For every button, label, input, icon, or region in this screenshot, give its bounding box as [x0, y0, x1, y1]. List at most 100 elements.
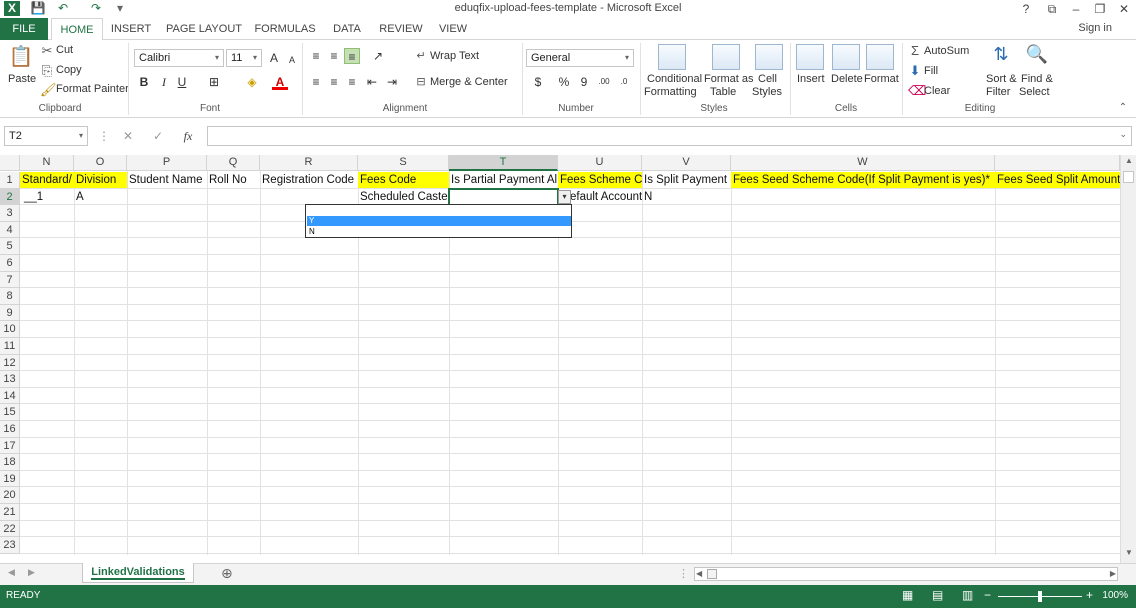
font-name-combo[interactable]: Calibri ▾ — [134, 49, 224, 67]
align-middle-icon[interactable]: ≡ — [326, 48, 342, 64]
conditional-formatting-icon[interactable] — [658, 44, 686, 70]
zoom-in-icon[interactable]: + — [1086, 588, 1093, 602]
cell-s1[interactable]: Fees Code — [358, 172, 449, 188]
format-as-table-icon[interactable] — [712, 44, 740, 70]
cut-button[interactable]: Cut — [56, 44, 73, 56]
format-cells-icon[interactable] — [866, 44, 894, 70]
vertical-scrollbar[interactable]: ▲ ▼ — [1120, 155, 1136, 563]
minimize-button[interactable]: – — [1064, 0, 1088, 18]
row-header[interactable]: 15 — [0, 404, 20, 421]
row-header[interactable]: 17 — [0, 437, 20, 455]
column-header[interactable]: P — [127, 155, 207, 171]
row-header[interactable]: 10 — [0, 321, 20, 338]
scroll-left-icon[interactable]: ◀ — [696, 568, 702, 580]
increase-indent-icon[interactable]: ⇥ — [384, 74, 400, 90]
column-header[interactable]: V — [642, 155, 731, 171]
row-header[interactable]: 14 — [0, 387, 20, 405]
sheet-next-icon[interactable]: ▶ — [28, 567, 35, 578]
clear-button[interactable]: Clear — [924, 85, 950, 97]
select-all-corner[interactable] — [0, 155, 20, 171]
row-header[interactable]: 23 — [0, 537, 20, 554]
format-as-table-label-1[interactable]: Format as — [704, 73, 754, 85]
cell-styles-label-2[interactable]: Styles — [752, 86, 782, 98]
orientation-icon[interactable]: ↗ — [370, 48, 386, 64]
tab-file[interactable]: FILE — [0, 18, 48, 40]
zoom-level[interactable]: 100% — [1102, 590, 1128, 601]
cell-r1[interactable]: Registration Code — [260, 172, 358, 188]
tab-data[interactable]: DATA — [327, 18, 367, 40]
enter-entry-button[interactable]: ✓ — [150, 128, 166, 144]
tab-home[interactable]: HOME — [51, 18, 103, 41]
paste-button[interactable]: Paste — [8, 73, 36, 85]
column-header[interactable]: S — [358, 155, 449, 171]
merge-center-button[interactable]: Merge & Center — [430, 76, 508, 88]
format-as-table-label-2[interactable]: Table — [710, 86, 736, 98]
cell-p1[interactable]: Student Name — [127, 172, 207, 188]
font-color-icon[interactable]: A — [272, 74, 288, 90]
cell-t1[interactable]: Is Partial Payment Al — [449, 172, 558, 188]
cell-o1[interactable]: Division — [74, 172, 127, 188]
zoom-out-icon[interactable]: − — [984, 588, 991, 602]
cell-u2[interactable]: efault Account — [568, 189, 642, 205]
close-button[interactable]: ✕ — [1112, 0, 1136, 18]
cell-x1[interactable]: Fees Seed Split Amount — [995, 172, 1120, 188]
underline-button[interactable]: U — [174, 74, 190, 90]
sheet-tab-linkedvalidations[interactable]: LinkedValidations — [82, 563, 194, 583]
row-header[interactable]: 11 — [0, 338, 20, 355]
worksheet-grid[interactable]: N O P Q R S T U V W 1 2 3 4 5 6 7 8 9 10 11 12 13 14 1… — [0, 155, 1120, 555]
currency-button[interactable]: $ — [530, 74, 546, 90]
delete-cells-icon[interactable] — [832, 44, 860, 70]
column-header[interactable]: U — [558, 155, 642, 171]
row-header[interactable]: 6 — [0, 255, 20, 272]
format-painter-button[interactable]: Format Painter — [56, 83, 129, 95]
insert-cells-icon[interactable] — [796, 44, 824, 70]
shrink-font-button[interactable]: A — [284, 52, 300, 68]
autosum-button[interactable]: AutoSum — [924, 45, 969, 57]
cell-w1[interactable]: Fees Seed Scheme Code(If Split Payment i… — [731, 172, 995, 188]
format-cells-button[interactable]: Format — [864, 73, 899, 85]
dropdown-option-y[interactable]: Y — [307, 216, 571, 226]
zoom-slider-thumb[interactable] — [1038, 591, 1042, 602]
column-header[interactable]: O — [74, 155, 127, 171]
ribbon-display-options-button[interactable]: ⧉ — [1040, 0, 1064, 18]
comma-button[interactable]: 9 — [576, 74, 592, 90]
cell-styles-label-1[interactable]: Cell — [758, 73, 777, 85]
formula-input[interactable]: ⌄ — [207, 126, 1132, 146]
expand-formula-icon[interactable]: ⌄ — [1119, 129, 1127, 140]
row-header[interactable]: 2 — [0, 188, 20, 206]
sort-filter-label-1[interactable]: Sort & — [986, 73, 1017, 85]
help-button[interactable]: ? — [1014, 0, 1038, 18]
decrease-decimal-button[interactable]: .0 — [616, 74, 632, 90]
wrap-text-button[interactable]: Wrap Text — [430, 50, 479, 62]
align-right-icon[interactable]: ≡ — [344, 74, 360, 90]
find-select-label-1[interactable]: Find & — [1021, 73, 1053, 85]
decrease-indent-icon[interactable]: ⇤ — [364, 74, 380, 90]
scroll-right-icon[interactable]: ▶ — [1110, 568, 1116, 580]
column-header[interactable] — [995, 155, 1120, 171]
cancel-entry-button[interactable]: ✕ — [120, 128, 136, 144]
tab-formulas[interactable]: FORMULAS — [252, 18, 318, 40]
row-header[interactable]: 13 — [0, 371, 20, 388]
horizontal-scroll-thumb[interactable] — [707, 569, 717, 579]
row-header[interactable]: 9 — [0, 304, 20, 322]
row-header[interactable]: 16 — [0, 421, 20, 438]
page-break-view-icon[interactable]: ▥ — [962, 588, 973, 602]
page-layout-view-icon[interactable]: ▤ — [932, 588, 943, 602]
row-header[interactable]: 3 — [0, 205, 20, 222]
fill-color-icon[interactable]: ◈ — [244, 74, 260, 90]
scroll-thumb[interactable] — [1123, 171, 1134, 183]
font-size-combo[interactable]: 11 ▾ — [226, 49, 262, 67]
bold-button[interactable]: B — [136, 74, 152, 90]
dropdown-option-n[interactable]: N — [307, 227, 571, 237]
conditional-formatting-label-1[interactable]: Conditional — [647, 73, 702, 85]
column-header[interactable]: Q — [207, 155, 260, 171]
column-header[interactable]: R — [260, 155, 358, 171]
column-header[interactable]: N — [20, 155, 74, 171]
row-header[interactable]: 7 — [0, 271, 20, 289]
fill-button[interactable]: Fill — [924, 65, 938, 77]
scroll-up-icon[interactable]: ▲ — [1123, 156, 1135, 168]
validation-dropdown-arrow[interactable]: ▾ — [558, 190, 571, 204]
copy-button[interactable]: Copy — [56, 64, 82, 76]
percent-button[interactable]: % — [556, 74, 572, 90]
collapse-ribbon-icon[interactable]: ⌃ — [1116, 102, 1130, 113]
